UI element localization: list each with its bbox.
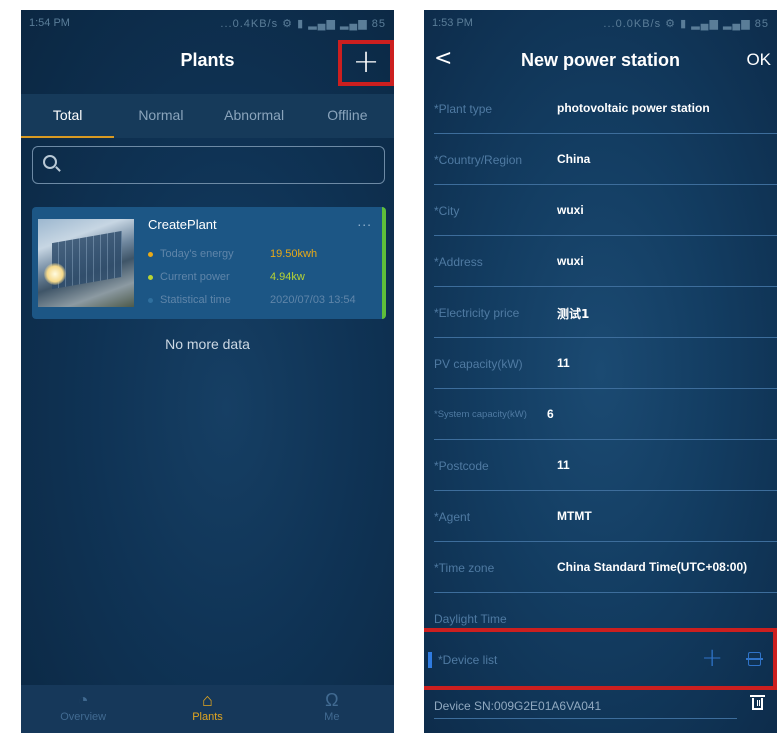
add-device-icon[interactable]: + bbox=[701, 643, 723, 673]
field-label: *Country/Region bbox=[434, 153, 523, 167]
stat-label: Statistical time bbox=[160, 294, 231, 306]
no-more-data-text: No more data bbox=[165, 336, 250, 352]
new-power-station-screen: 1:53 PM ...0.0KB/s ⚙ ▮ ▂▄▆ ▂▄▆ 85 < New … bbox=[424, 10, 777, 733]
plus-icon: + bbox=[352, 42, 380, 80]
field-value: 11 bbox=[557, 356, 570, 370]
plants-header: Plants + bbox=[21, 36, 394, 86]
stat-value: 4.94kw bbox=[270, 271, 305, 283]
user-icon: Ω bbox=[325, 690, 339, 710]
stat-value: 2020/07/03 13:54 bbox=[270, 294, 356, 306]
tab-normal[interactable]: Normal bbox=[114, 94, 207, 138]
field-label: *City bbox=[434, 204, 460, 218]
field-value: 测试1 bbox=[557, 307, 590, 321]
signal-icon: ⚙ ▮ ▂▄▆ ▂▄▆ bbox=[665, 17, 751, 30]
status-bar-indicator bbox=[382, 207, 386, 319]
field-city[interactable]: *City wuxi bbox=[434, 184, 777, 236]
field-value: 6 bbox=[547, 407, 554, 421]
stat-label: Current power bbox=[160, 271, 230, 283]
field-label: *Plant type bbox=[434, 102, 493, 116]
tab-total[interactable]: Total bbox=[21, 94, 114, 138]
power-dot-icon bbox=[148, 274, 153, 280]
field-address[interactable]: *Address wuxi bbox=[434, 235, 777, 287]
field-label: *Agent bbox=[434, 510, 471, 524]
nav-label: Me bbox=[324, 711, 340, 723]
field-value: China bbox=[557, 152, 591, 166]
field-label: *Address bbox=[434, 255, 483, 269]
signal-icon: ⚙ ▮ ▂▄▆ ▂▄▆ bbox=[282, 17, 368, 30]
field-label: PV capacity(kW) bbox=[434, 357, 523, 371]
plant-card[interactable]: CreatePlant ... Today's energy 19.50kwh … bbox=[32, 207, 386, 319]
field-label: Daylight Time bbox=[434, 612, 507, 626]
network-speed: ...0.4KB/s bbox=[220, 17, 279, 30]
network-speed: ...0.0KB/s bbox=[603, 17, 662, 30]
energy-dot-icon bbox=[148, 251, 153, 257]
nav-plants[interactable]: ⌂ Plants bbox=[145, 685, 269, 733]
field-pv-capacity[interactable]: PV capacity(kW) 11 bbox=[434, 337, 777, 389]
status-tabs: Total Normal Abnormal Offline bbox=[21, 94, 394, 138]
ok-button[interactable]: OK bbox=[746, 50, 771, 70]
plant-name: CreatePlant bbox=[148, 217, 217, 232]
status-time: 1:53 PM bbox=[432, 17, 473, 29]
field-system-capacity[interactable]: *System capacity(kW) 6 bbox=[434, 388, 777, 440]
plant-stat-row: Current power 4.94kw bbox=[148, 271, 305, 283]
field-plant-type[interactable]: *Plant type photovoltaic power station bbox=[434, 82, 777, 134]
field-agent[interactable]: *Agent MTMT bbox=[434, 490, 777, 542]
device-list-label: *Device list bbox=[438, 653, 498, 667]
field-value: wuxi bbox=[557, 254, 584, 268]
field-label: *Time zone bbox=[434, 561, 495, 575]
status-icons: ...0.4KB/s ⚙ ▮ ▂▄▆ ▂▄▆ 85 bbox=[220, 17, 386, 30]
tab-offline[interactable]: Offline bbox=[301, 94, 394, 138]
stat-label: Today's energy bbox=[160, 248, 234, 260]
device-list-section: *Device list + bbox=[424, 628, 777, 690]
field-label: *Electricity price bbox=[434, 306, 520, 320]
nav-label: Overview bbox=[60, 711, 107, 723]
field-label: *System capacity(kW) bbox=[434, 409, 527, 420]
home-icon: ⌂ bbox=[202, 690, 213, 710]
field-value: 11 bbox=[557, 458, 570, 472]
field-electricity-price[interactable]: *Electricity price 测试1 bbox=[434, 286, 777, 338]
status-bar: 1:54 PM ...0.4KB/s ⚙ ▮ ▂▄▆ ▂▄▆ 85 bbox=[21, 10, 394, 36]
battery-level: 85 bbox=[371, 17, 386, 30]
page-title: New power station bbox=[520, 50, 681, 70]
tab-abnormal[interactable]: Abnormal bbox=[208, 94, 301, 138]
sun-glare bbox=[44, 263, 66, 285]
field-value: photovoltaic power station bbox=[557, 101, 710, 115]
nav-overview[interactable]: ◔ Overview bbox=[21, 685, 145, 733]
field-label: *Postcode bbox=[434, 459, 489, 473]
field-value: China Standard Time(UTC+08:00) bbox=[557, 560, 748, 574]
nav-label: Plants bbox=[192, 711, 223, 723]
status-bar: 1:53 PM ...0.0KB/s ⚙ ▮ ▂▄▆ ▂▄▆ 85 bbox=[424, 10, 777, 36]
divider bbox=[434, 718, 737, 719]
battery-level: 85 bbox=[754, 17, 769, 30]
scan-icon[interactable] bbox=[746, 652, 763, 666]
status-icons: ...0.0KB/s ⚙ ▮ ▂▄▆ ▂▄▆ 85 bbox=[603, 17, 769, 30]
time-dot-icon bbox=[148, 297, 153, 303]
active-tab-indicator bbox=[21, 136, 114, 138]
plant-stat-row: Statistical time 2020/07/03 13:54 bbox=[148, 294, 356, 306]
search-input[interactable] bbox=[32, 146, 385, 184]
more-options-icon[interactable]: ... bbox=[357, 213, 372, 229]
field-time-zone[interactable]: *Time zone China Standard Time(UTC+08:00… bbox=[434, 541, 777, 593]
form-header: < New power station OK bbox=[424, 36, 777, 82]
add-plant-button[interactable]: + bbox=[338, 40, 394, 86]
search-icon bbox=[43, 155, 57, 169]
plant-thumbnail bbox=[38, 219, 134, 307]
delete-icon[interactable] bbox=[750, 695, 765, 710]
field-postcode[interactable]: *Postcode 11 bbox=[434, 439, 777, 491]
stat-value: 19.50kwh bbox=[270, 248, 318, 260]
field-value: MTMT bbox=[557, 509, 592, 523]
device-sn: Device SN:009G2E01A6VA041 bbox=[434, 699, 602, 713]
field-country-region[interactable]: *Country/Region China bbox=[434, 133, 777, 185]
status-time: 1:54 PM bbox=[29, 17, 70, 29]
bottom-navigation: ◔ Overview ⌂ Plants Ω Me bbox=[21, 685, 394, 733]
section-accent bbox=[428, 652, 432, 668]
field-value: wuxi bbox=[557, 203, 584, 217]
plants-screen: 1:54 PM ...0.4KB/s ⚙ ▮ ▂▄▆ ▂▄▆ 85 Plants… bbox=[21, 10, 394, 733]
plant-stat-row: Today's energy 19.50kwh bbox=[148, 248, 317, 260]
nav-me[interactable]: Ω Me bbox=[270, 685, 394, 733]
pie-chart-icon: ◔ bbox=[77, 690, 89, 710]
